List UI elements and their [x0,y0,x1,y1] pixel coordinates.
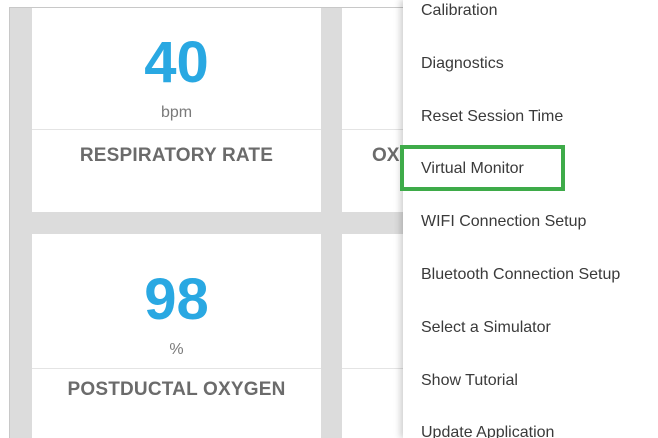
menu-item-update-application[interactable]: Update Application [421,424,554,438]
menu-item-calibration[interactable]: Calibration [421,2,497,20]
postductal-oxygen-label: POSTDUCTAL OXYGEN [67,379,286,400]
menu-item-show-tutorial[interactable]: Show Tutorial [421,372,518,390]
menu-item-select-simulator[interactable]: Select a Simulator [421,319,551,337]
respiratory-rate-unit: bpm [160,104,193,121]
menu-item-bluetooth-connection-setup[interactable]: Bluetooth Connection Setup [421,266,620,284]
virtual-monitor-highlight [400,145,565,191]
respiratory-rate-card[interactable]: 40 bpm RESPIRATORY RATE [32,8,321,212]
oxygen-card-label: OX [372,145,400,166]
menu-item-reset-session-time[interactable]: Reset Session Time [421,108,563,126]
settings-menu: Calibration Diagnostics Reset Session Ti… [403,0,658,438]
card-divider [32,368,321,369]
postductal-oxygen-card[interactable]: 98 % POSTDUCTAL OXYGEN [32,234,321,438]
menu-item-wifi-connection-setup[interactable]: WIFI Connection Setup [421,213,586,231]
menu-item-diagnostics[interactable]: Diagnostics [421,55,504,73]
postductal-oxygen-unit: % [169,341,184,358]
respiratory-rate-value: 40 [144,30,209,95]
respiratory-rate-label: RESPIRATORY RATE [79,145,274,166]
postductal-oxygen-value: 98 [144,267,209,332]
card-divider [32,129,321,130]
